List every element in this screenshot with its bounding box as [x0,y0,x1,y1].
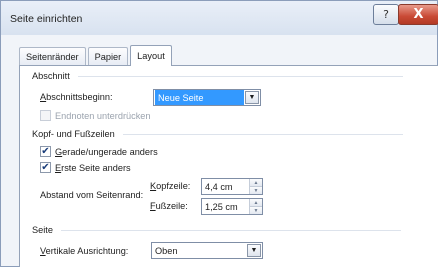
section-kopf-fuss: Kopf- und Fußzeilen [32,129,403,139]
erste-seite-checkbox[interactable]: ✔ [40,162,51,173]
tab-seitenraender[interactable]: Seitenränder [19,47,86,65]
spin-up-icon[interactable]: ▲ [250,199,262,206]
divider [122,133,403,135]
help-button[interactable]: ? [373,4,399,25]
kopfzeile-value[interactable]: 4,4 cm [202,182,249,192]
endnoten-label: Endnoten unterdrücken [55,111,151,121]
endnoten-checkbox[interactable] [40,110,51,121]
ausrichtung-select[interactable]: Oben ▼ [151,242,263,259]
section-abschnitt: Abschnitt [32,71,403,81]
section-seite-heading: Seite [32,225,53,235]
page-setup-dialog: Seite einrichten ? X Seitenränder Papier… [0,0,438,267]
spin-up-icon[interactable]: ▲ [250,179,262,186]
ausrichtung-value: Oben [155,245,178,256]
chevron-down-icon[interactable]: ▼ [247,244,261,257]
section-abschnitt-heading: Abschnitt [32,71,70,81]
help-icon: ? [383,8,389,21]
check-icon: ✔ [41,161,50,173]
tab-papier[interactable]: Papier [87,47,129,65]
title-bar: Seite einrichten ? X [1,1,438,35]
abschnittsbeginn-select[interactable]: Neue Seite ▼ [153,89,261,106]
gerade-ungerade-checkbox[interactable]: ✔ [40,146,51,157]
ausrichtung-label: Vertikale Ausrichtung: [40,246,129,256]
kopfzeile-spinner[interactable]: 4,4 cm ▲ ▼ [201,178,263,195]
divider [77,75,403,77]
abschnittsbeginn-value: Neue Seite [155,90,244,105]
tab-strip: Seitenränder Papier Layout [19,44,174,66]
abschnittsbeginn-label: Abschnittsbeginn: [40,92,113,102]
erste-seite-label: Erste Seite anders [55,163,131,173]
check-icon: ✔ [41,145,50,157]
close-button[interactable]: X [398,4,438,25]
abstand-label: Abstand vom Seitenrand: [40,190,144,200]
kopfzeile-spin-buttons: ▲ ▼ [249,179,262,194]
gerade-ungerade-label: Gerade/ungerade anders [55,147,158,157]
fusszeile-spinner[interactable]: 1,25 cm ▲ ▼ [201,198,263,215]
window-title: Seite einrichten [10,13,83,25]
fusszeile-label: Fußzeile: [150,201,188,211]
close-icon: X [413,7,424,22]
section-seite: Seite [32,225,401,235]
fusszeile-spin-buttons: ▲ ▼ [249,199,262,214]
chevron-down-icon[interactable]: ▼ [245,91,259,104]
kopfzeile-label: Kopfzeile: [150,181,191,191]
spin-down-icon[interactable]: ▼ [250,186,262,194]
fusszeile-value[interactable]: 1,25 cm [202,202,249,212]
divider [60,229,401,231]
layout-panel: Abschnitt Abschnittsbeginn: Neue Seite ▼… [19,65,438,267]
tab-layout[interactable]: Layout [130,45,172,66]
section-kopf-fuss-heading: Kopf- und Fußzeilen [32,129,115,139]
spin-down-icon[interactable]: ▼ [250,206,262,214]
